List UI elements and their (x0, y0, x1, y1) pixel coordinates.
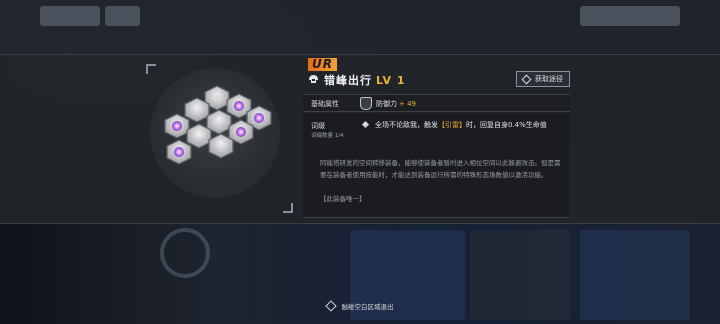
affix-keyword: 【引雷】 (438, 121, 466, 129)
affix-text-start: 全场不论敌我，触发 (375, 121, 438, 129)
affix-box: 词缀 词缀数量 1/4 全场不论敌我，触发【引雷】时，回复自身0.4%生命值 阿… (303, 113, 570, 218)
background-ring (160, 228, 210, 278)
unique-tag: 【此装备唯一】 (320, 195, 366, 203)
helmet-icon (309, 75, 318, 83)
diamond-icon (521, 74, 532, 84)
equipment-title: 错峰出行 LV 1 (324, 72, 406, 88)
hexagon-module-image (164, 85, 272, 165)
lore-text: 阿能塔研发的空间转移装备，能够使装备者暂时进入相位空间以此躲避攻击。但是需要在装… (320, 159, 561, 179)
affix-bullet-icon (361, 120, 370, 129)
base-stats-label: 基础属性 (311, 100, 339, 108)
acquire-source-label: 获取途径 (535, 75, 563, 83)
base-stats-row: 基础属性 防御力 + 49 (303, 94, 570, 112)
affix-count: 词缀数量 1/4 (311, 133, 344, 139)
background-back-button (40, 6, 100, 26)
defense-stat-name: 防御力 (376, 100, 397, 108)
background-currency-bar (580, 6, 680, 26)
background-home-button (105, 6, 140, 26)
defense-stat-value: + 49 (399, 100, 416, 108)
exit-hint-label: 触碰空白区域退出 (341, 303, 394, 311)
frame-corner-top-left (146, 64, 156, 74)
shield-icon (360, 97, 372, 110)
affix-label: 词缀 (311, 122, 325, 130)
diamond-outline-icon (324, 300, 337, 312)
rarity-badge: UR (308, 58, 337, 71)
equipment-level: LV 1 (376, 74, 406, 87)
exit-hint[interactable]: 触碰空白区域退出 (0, 300, 720, 312)
affix-description: 全场不论敌我，触发【引雷】时，回复自身0.4%生命值 (375, 119, 555, 131)
affix-text-end: 时，回复自身0.4%生命值 (466, 121, 547, 129)
acquire-source-button[interactable]: 获取途径 (516, 71, 570, 87)
equipment-name: 错峰出行 (324, 74, 372, 87)
defense-stat: 防御力 + 49 (376, 99, 416, 109)
frame-corner-bottom-right (283, 203, 293, 213)
